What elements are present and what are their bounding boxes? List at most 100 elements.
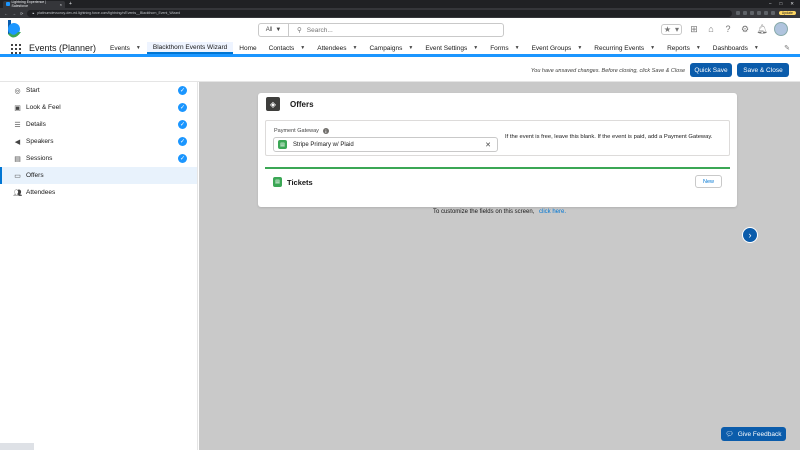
- add-icon[interactable]: ⊞: [689, 24, 699, 34]
- close-window-button[interactable]: ✕: [790, 1, 794, 7]
- window-controls: – □ ✕: [769, 1, 794, 7]
- offers-card-header: ◈ Offers: [266, 97, 314, 111]
- step-label: Speakers: [26, 138, 54, 145]
- search-input[interactable]: ⚲ Search...: [289, 26, 333, 35]
- nav-item-blackthorn-events-wizard[interactable]: Blackthorn Events Wizard: [146, 42, 234, 54]
- minimize-button[interactable]: –: [769, 1, 772, 7]
- payment-gateway-lookup[interactable]: ▤ Stripe Primary w/ Plaid ✕: [273, 137, 498, 152]
- chat-bubble-icon: 💬︎: [725, 431, 734, 438]
- extension-icon[interactable]: [735, 11, 740, 15]
- extension-icon[interactable]: [756, 11, 761, 15]
- step-start[interactable]: ◎ Start ✓: [0, 82, 197, 99]
- payment-gateway-label: Payment Gateway: [274, 128, 319, 134]
- nav-item-home[interactable]: Home: [233, 42, 262, 54]
- chevron-down-icon[interactable]: ▼: [696, 45, 701, 51]
- app-name: Events (Planner): [29, 43, 97, 53]
- extension-icon[interactable]: [749, 11, 754, 15]
- nav-item-contacts[interactable]: Contacts ▼: [263, 42, 312, 54]
- check-icon: ✓: [178, 137, 187, 146]
- salesforce-favicon-icon: [6, 2, 10, 6]
- chevron-down-icon[interactable]: ▼: [650, 45, 655, 51]
- browser-update-button[interactable]: Update: [778, 11, 796, 15]
- step-speakers[interactable]: ◀ Speakers ✓: [0, 133, 197, 150]
- extension-icon[interactable]: [742, 11, 747, 15]
- customize-link[interactable]: click here.: [539, 209, 566, 215]
- step-label: Offers: [26, 172, 44, 179]
- trailhead-icon[interactable]: ⌂: [706, 24, 716, 34]
- step-label: Look & Feel: [26, 104, 61, 111]
- save-close-button[interactable]: Save & Close: [737, 63, 789, 77]
- back-icon[interactable]: ←: [4, 11, 8, 16]
- forward-icon[interactable]: →: [12, 11, 16, 16]
- close-tab-icon[interactable]: ×: [60, 2, 62, 7]
- customize-text: To customize the fields on this screen,: [432, 209, 535, 215]
- chevron-down-icon[interactable]: ▼: [754, 45, 759, 51]
- nav-item-events[interactable]: Events ▼: [104, 42, 147, 54]
- wizard-action-bar: You have unsaved changes. Before closing…: [0, 60, 800, 82]
- browser-tab[interactable]: Lightning Experience | Salesforce ×: [3, 0, 65, 8]
- give-feedback-button[interactable]: 💬︎ Give Feedback: [721, 427, 786, 441]
- tickets-section: ▤ Tickets New: [265, 167, 730, 195]
- check-icon: ✓: [178, 86, 187, 95]
- chevron-down-icon[interactable]: ▼: [136, 45, 141, 51]
- payment-gateway-label-row: Payment Gateway i: [274, 128, 329, 134]
- check-icon: ✓: [178, 154, 187, 163]
- nav-item-attendees[interactable]: Attendees ▼: [311, 42, 363, 54]
- nav-item-dashboards[interactable]: Dashboards ▼: [707, 42, 765, 54]
- gear-icon[interactable]: ⚙: [740, 24, 750, 34]
- notifications-bell-icon[interactable]: 🔔︎: [756, 24, 767, 34]
- nav-item-event-groups[interactable]: Event Groups ▼: [526, 42, 589, 54]
- step-offers[interactable]: ▭ Offers: [0, 167, 197, 184]
- lock-icon: 🔒︎: [32, 11, 35, 15]
- chevron-down-icon[interactable]: ▼: [577, 45, 582, 51]
- search-icon: ⚲: [297, 27, 302, 34]
- extension-icon[interactable]: [763, 11, 768, 15]
- browser-tab-bar: Lightning Experience | Salesforce × + – …: [0, 0, 800, 8]
- check-icon: ✓: [178, 103, 187, 112]
- info-icon[interactable]: i: [322, 128, 329, 134]
- help-icon[interactable]: ?: [723, 24, 733, 34]
- new-ticket-button[interactable]: New: [695, 175, 722, 188]
- step-attendees[interactable]: 👥︎ Attendees: [0, 184, 197, 201]
- reload-icon[interactable]: ⟳: [20, 11, 23, 16]
- offers-card: ◈ Offers Payment Gateway i ▤ Stripe Prim…: [258, 93, 737, 207]
- step-look-and-feel[interactable]: ▣ Look & Feel ✓: [0, 99, 197, 116]
- nav-item-forms[interactable]: Forms ▼: [484, 42, 525, 54]
- new-tab-button[interactable]: +: [69, 1, 72, 7]
- chevron-down-icon[interactable]: ▼: [408, 45, 413, 51]
- step-details[interactable]: ☰ Details ✓: [0, 116, 197, 133]
- url-text: platinumdevsoncy-dev-ed.lightning.force.…: [37, 11, 181, 15]
- nav-item-event-settings[interactable]: Event Settings ▼: [419, 42, 484, 54]
- megaphone-icon: ◀: [14, 138, 21, 146]
- image-icon: ▣: [14, 104, 21, 112]
- search-scope-dropdown[interactable]: All ▼: [259, 24, 289, 36]
- offers-tag-icon: ◈: [266, 97, 280, 111]
- chevron-down-icon[interactable]: ▼: [515, 45, 520, 51]
- nav-item-recurring-events[interactable]: Recurring Events ▼: [588, 42, 661, 54]
- chevron-down-icon[interactable]: ▼: [353, 45, 358, 51]
- next-step-button[interactable]: ›: [742, 227, 758, 243]
- step-sessions[interactable]: ▤ Sessions ✓: [0, 150, 197, 167]
- chevron-right-icon: ›: [748, 230, 752, 240]
- extension-icon[interactable]: [770, 11, 775, 15]
- ticket-icon: ▭: [14, 172, 21, 180]
- search-placeholder: Search...: [306, 26, 333, 34]
- nav-item-reports[interactable]: Reports ▼: [661, 42, 707, 54]
- search-scope-label: All: [265, 27, 273, 33]
- app-launcher-icon[interactable]: [11, 43, 23, 55]
- avatar[interactable]: [774, 22, 788, 36]
- star-icon: ★: [663, 24, 671, 34]
- nav-item-campaigns[interactable]: Campaigns ▼: [363, 42, 419, 54]
- quick-save-button[interactable]: Quick Save: [690, 63, 732, 77]
- chevron-down-icon[interactable]: ▼: [473, 45, 478, 51]
- customize-fields-note: To customize the fields on this screen, …: [199, 209, 800, 215]
- address-bar[interactable]: 🔒︎ platinumdevsoncy-dev-ed.lightning.for…: [27, 9, 732, 17]
- chevron-down-icon: ▾: [674, 24, 679, 34]
- chevron-down-icon[interactable]: ▼: [300, 45, 305, 51]
- wizard-steps-sidebar: ◎ Start ✓ ▣ Look & Feel ✓ ☰ Details ✓ ◀ …: [0, 82, 198, 450]
- favorites-button[interactable]: ★ ▾: [660, 23, 682, 35]
- clear-selection-icon[interactable]: ✕: [485, 141, 491, 149]
- edit-nav-pencil-icon[interactable]: ✎: [784, 42, 790, 54]
- maximize-button[interactable]: □: [780, 1, 783, 7]
- blackthorn-logo-icon[interactable]: [6, 20, 22, 40]
